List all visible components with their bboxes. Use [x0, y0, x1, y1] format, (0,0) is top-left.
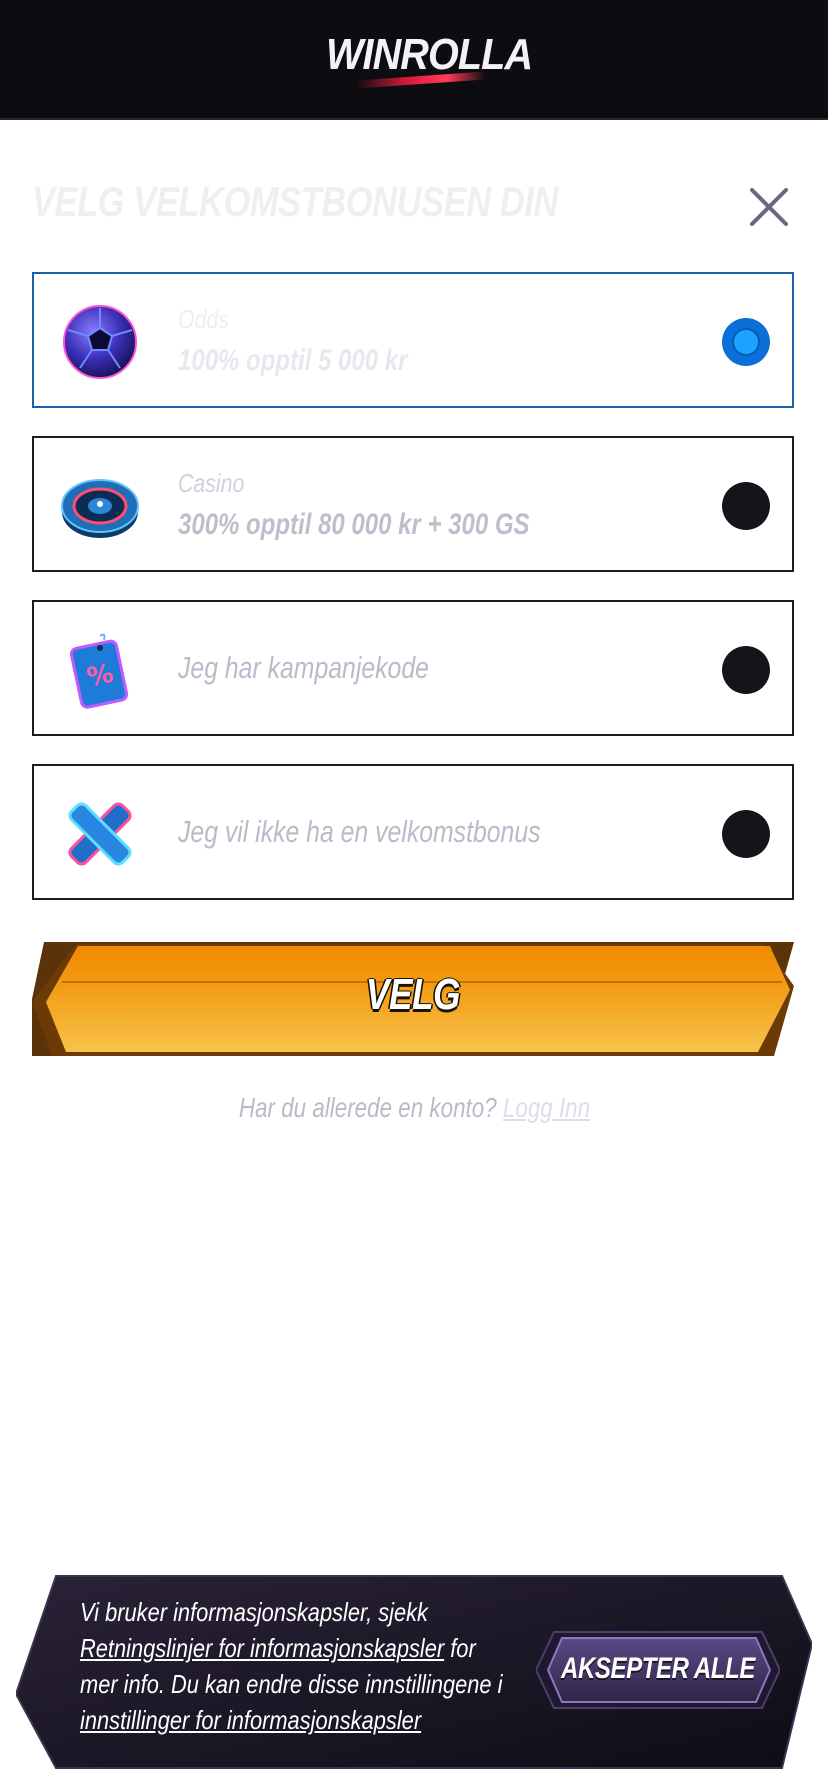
x-mark-icon — [60, 794, 140, 874]
bonus-option-casino[interactable]: Casino 300% opptil 80 000 kr + 300 GS — [32, 436, 794, 572]
cookie-line-2-tail: for — [444, 1633, 476, 1663]
modal-title: VELG VELKOMSTBONUSEN DIN — [32, 178, 558, 225]
option-amount: 300% opptil 80 000 kr + 300 GS — [178, 508, 530, 541]
cookie-line-2: Retningslinjer for informasjonskapsler f… — [80, 1630, 476, 1666]
option-label: Casino — [178, 468, 245, 498]
radio-button[interactable] — [722, 646, 770, 694]
football-icon — [60, 302, 140, 382]
cookie-banner: Vi bruker informasjonskapsler, sjekk Ret… — [16, 1574, 812, 1770]
promo-tag-icon: % — [60, 630, 140, 710]
roulette-icon — [60, 466, 140, 546]
accept-all-button[interactable]: AKSEPTER ALLE — [536, 1630, 780, 1710]
bonus-option-no-bonus[interactable]: Jeg vil ikke ha en velkomstbonus — [32, 764, 794, 900]
radio-button[interactable] — [722, 482, 770, 530]
radio-button-selected[interactable] — [722, 318, 770, 366]
cookie-policy-link[interactable]: Retningslinjer for informasjonskapsler — [80, 1633, 444, 1663]
cookie-line-1: Vi bruker informasjonskapsler, sjekk — [80, 1597, 428, 1627]
login-row: Har du allerede en konto? Logg Inn — [0, 1092, 828, 1124]
logo-text: WINROLLA — [326, 30, 533, 79]
select-button[interactable]: VELG — [32, 942, 794, 1056]
cookie-text: Vi bruker informasjonskapsler, sjekk Ret… — [80, 1594, 550, 1738]
login-link[interactable]: Logg Inn — [502, 1092, 589, 1123]
cookie-settings-link[interactable]: innstillinger for informasjonskapsler — [80, 1705, 421, 1735]
close-icon[interactable] — [748, 186, 790, 228]
option-label: Jeg har kampanjekode — [178, 650, 429, 685]
top-header: WINROLLA — [0, 0, 828, 120]
bonus-option-promo-code[interactable]: % Jeg har kampanjekode — [32, 600, 794, 736]
cookie-line-3: mer info. Du kan endre disse innstilling… — [80, 1669, 503, 1699]
close-button[interactable] — [748, 186, 790, 228]
radio-button[interactable] — [722, 810, 770, 858]
option-amount: 100% opptil 5 000 kr — [178, 344, 408, 377]
select-button-label: VELG — [365, 970, 461, 1019]
accept-all-label: AKSEPTER ALLE — [561, 1652, 755, 1685]
login-prompt: Har du allerede en konto? — [238, 1092, 497, 1123]
winrolla-logo[interactable]: WINROLLA — [316, 28, 533, 98]
cookie-line-4: innstillinger for informasjonskapsler — [80, 1702, 475, 1738]
option-label: Odds — [178, 304, 229, 334]
option-label: Jeg vil ikke ha en velkomstbonus — [178, 814, 541, 849]
bonus-option-odds[interactable]: Odds 100% opptil 5 000 kr — [32, 272, 794, 408]
